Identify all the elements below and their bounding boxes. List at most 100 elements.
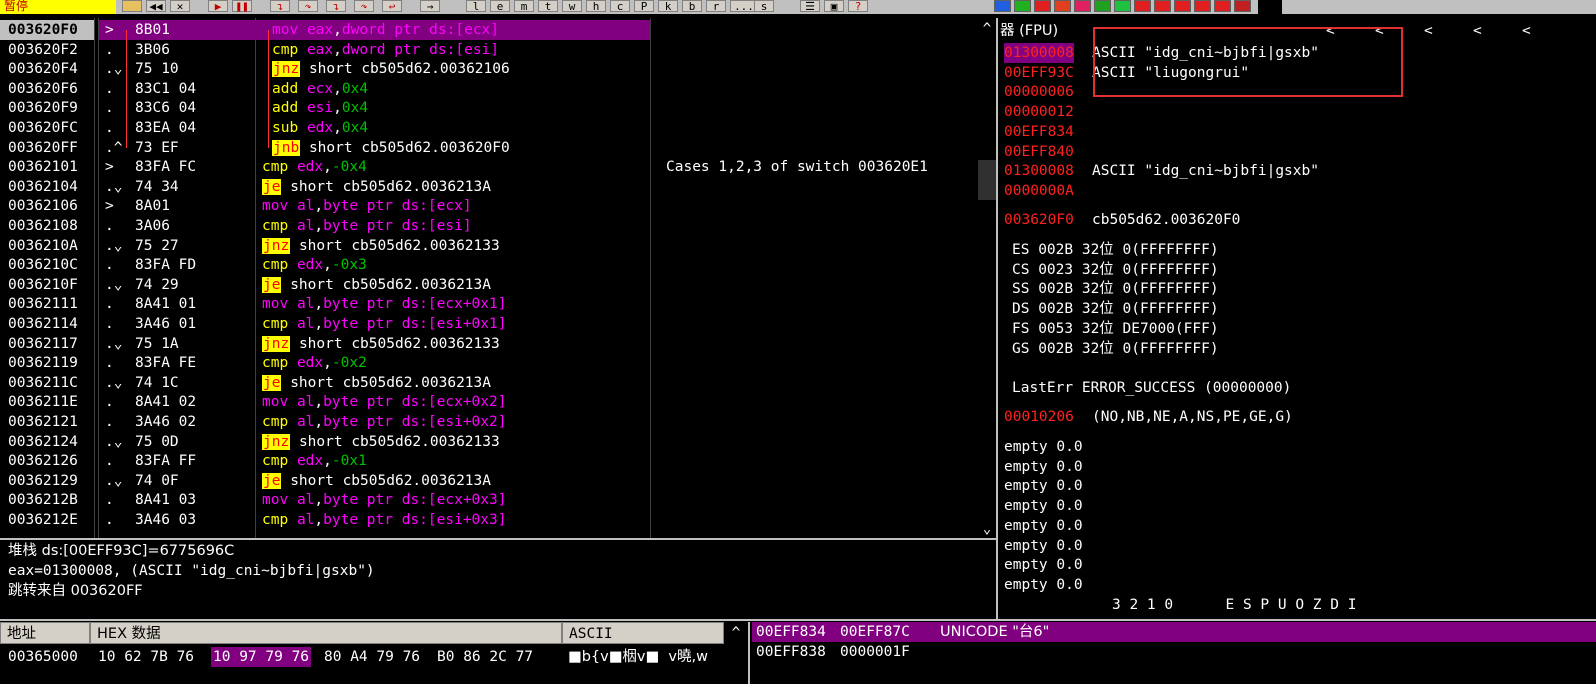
disasm-row[interactable]: 00362101 >83FA FC cmp edx,-0x4 Cases 1,2,3 … bbox=[0, 157, 978, 177]
disasm-row[interactable]: 0036211E. 8A41 02 mov al,byte ptr ds:[ecx+… bbox=[0, 392, 978, 412]
fpu-register[interactable]: empty 0.0 bbox=[1004, 575, 1083, 595]
rewind-icon[interactable]: ◀◀ bbox=[146, 0, 166, 12]
trace-over-icon[interactable]: ↷ bbox=[354, 0, 374, 12]
dump-hex-group[interactable]: B0 86 2C 77 bbox=[437, 647, 533, 667]
register-value[interactable]: 00000012 bbox=[1004, 102, 1074, 122]
back-icon[interactable] bbox=[994, 0, 1011, 12]
disasm-instruction[interactable]: mov eax,dword ptr ds:[ecx] bbox=[272, 20, 499, 40]
decode-icon[interactable] bbox=[1194, 0, 1211, 12]
solve-icon[interactable] bbox=[1234, 0, 1251, 12]
table-icon[interactable] bbox=[1114, 0, 1131, 12]
fpu-register[interactable]: empty 0.0 bbox=[1004, 496, 1083, 516]
a-icon[interactable] bbox=[1034, 0, 1051, 12]
fpu-register[interactable]: empty 0.0 bbox=[1004, 437, 1083, 457]
grid-icon[interactable] bbox=[1094, 0, 1111, 12]
disasm-row[interactable]: 00362129 .⌄ 74 0F je short cb505d62.0036213… bbox=[0, 471, 978, 491]
disasm-instruction[interactable]: cmp edx,-0x2 bbox=[262, 353, 367, 373]
disasm-instruction[interactable]: mov al,byte ptr ds:[ecx] bbox=[262, 196, 472, 216]
disasm-row[interactable]: 0036210F .⌄ 74 29 je short cb505d62.0036213… bbox=[0, 275, 978, 295]
dump-header-ascii[interactable]: ASCII bbox=[562, 622, 724, 644]
disasm-row[interactable]: 0036212E. 3A46 03 cmp al,byte ptr ds:[esi+… bbox=[0, 510, 978, 530]
segment-register[interactable]: CS 0023 32位 0(FFFFFFFF) bbox=[1012, 260, 1219, 280]
disasm-instruction[interactable]: jnz short cb505d62.00362106 bbox=[272, 59, 510, 79]
dump-scroll-up-icon[interactable]: ^ bbox=[726, 622, 746, 644]
disasm-row[interactable]: 00362121. 3A46 02 cmp al,byte ptr ds:[esi+… bbox=[0, 412, 978, 432]
disasm-scrollbar[interactable]: ^ ⌄ bbox=[978, 20, 996, 538]
disasm-instruction[interactable]: mov al,byte ptr ds:[ecx+0x2] bbox=[262, 392, 506, 412]
window-button-P[interactable]: P bbox=[634, 0, 654, 12]
disasm-row[interactable]: 00362117 .⌄ 75 1A jnz short cb505d62.003621… bbox=[0, 334, 978, 354]
disasm-instruction[interactable]: je short cb505d62.0036213A bbox=[262, 471, 491, 491]
register-value[interactable]: 00EFF840 bbox=[1004, 142, 1074, 162]
fpu-register[interactable]: empty 0.0 bbox=[1004, 516, 1083, 536]
scroll-thumb[interactable] bbox=[978, 160, 996, 200]
disasm-instruction[interactable]: jnz short cb505d62.00362133 bbox=[262, 334, 500, 354]
window-button-l[interactable]: l bbox=[466, 0, 486, 12]
disasm-row[interactable]: 00362108. 3A06 cmp al,byte ptr ds:[esi] bbox=[0, 216, 978, 236]
disasm-row[interactable]: 00362111. 8A41 01 mov al,byte ptr ds:[ecx+… bbox=[0, 294, 978, 314]
segment-register[interactable]: ES 002B 32位 0(FFFFFFFF) bbox=[1012, 240, 1219, 260]
window-button-r[interactable]: r bbox=[706, 0, 726, 12]
disasm-instruction[interactable]: je short cb505d62.0036213A bbox=[262, 373, 491, 393]
help-icon[interactable]: ? bbox=[848, 0, 868, 12]
fpu-register[interactable]: empty 0.0 bbox=[1004, 555, 1083, 575]
register-nav-arrow[interactable]: < bbox=[1473, 21, 1482, 41]
edit-icon[interactable] bbox=[1154, 0, 1171, 12]
disasm-row[interactable]: 003620FC. 83EA 04 sub edx,0x4 bbox=[0, 118, 978, 138]
target-icon[interactable] bbox=[1074, 0, 1091, 12]
disasm-instruction[interactable]: cmp al,byte ptr ds:[esi] bbox=[262, 216, 472, 236]
window-button-e[interactable]: e bbox=[490, 0, 510, 12]
register-value[interactable]: 00EFF93C bbox=[1004, 63, 1074, 83]
window-button-k[interactable]: k bbox=[658, 0, 678, 12]
register-value[interactable]: 01300008 bbox=[1004, 43, 1074, 63]
disasm-row[interactable]: 0036211C .⌄ 74 1C je short cb505d62.0036213… bbox=[0, 373, 978, 393]
pane-splitter-horizontal[interactable] bbox=[0, 538, 996, 540]
bookmark-icon[interactable] bbox=[1174, 0, 1191, 12]
segment-register[interactable]: GS 002B 32位 0(FFFFFFFF) bbox=[1012, 339, 1219, 359]
register-nav-arrow[interactable]: < bbox=[1522, 21, 1531, 41]
fpu-register[interactable]: empty 0.0 bbox=[1004, 457, 1083, 477]
goto-icon[interactable]: → bbox=[420, 0, 440, 12]
options-icon[interactable]: ▣ bbox=[824, 0, 844, 12]
window-button-w[interactable]: w bbox=[562, 0, 582, 12]
disasm-row[interactable]: 00362126. 83FA FF cmp edx,-0x1 bbox=[0, 451, 978, 471]
disasm-instruction[interactable]: cmp al,byte ptr ds:[esi+0x3] bbox=[262, 510, 506, 530]
disasm-row[interactable]: 00362114. 3A46 01 cmp al,byte ptr ds:[esi+… bbox=[0, 314, 978, 334]
disasm-row[interactable]: 003620F4 .⌄ 75 10 jnz short cb505d62.003621… bbox=[0, 59, 978, 79]
disasm-instruction[interactable]: jnz short cb505d62.00362133 bbox=[262, 432, 500, 452]
disasm-instruction[interactable]: cmp al,byte ptr ds:[esi+0x2] bbox=[262, 412, 506, 432]
disasm-row[interactable]: 00362124 .⌄ 75 0D jnz short cb505d62.003621… bbox=[0, 432, 978, 452]
disasm-row[interactable]: 00362104 .⌄ 74 34 je short cb505d62.0036213… bbox=[0, 177, 978, 197]
register-value[interactable]: 00000006 bbox=[1004, 82, 1074, 102]
segment-register[interactable]: FS 0053 32位 DE7000(FFF) bbox=[1012, 319, 1219, 339]
disasm-row[interactable]: 0036212B. 8A41 03 mov al,byte ptr ds:[ecx+… bbox=[0, 490, 978, 510]
register-value[interactable]: 00EFF834 bbox=[1004, 122, 1074, 142]
scroll-down-icon[interactable]: ⌄ bbox=[978, 520, 996, 538]
record-icon[interactable] bbox=[1054, 0, 1071, 12]
window-button-s[interactable]: s bbox=[754, 0, 774, 12]
pane-splitter-bottom[interactable] bbox=[0, 619, 1596, 621]
step-into-icon[interactable]: ↴ bbox=[270, 0, 290, 12]
register-value[interactable]: 0000000A bbox=[1004, 181, 1074, 201]
scroll-up-icon[interactable]: ^ bbox=[978, 20, 996, 38]
unpack-icon[interactable] bbox=[1214, 0, 1231, 12]
disasm-instruction[interactable]: je short cb505d62.0036213A bbox=[262, 275, 491, 295]
disasm-row[interactable]: 00362106 >8A01 mov al,byte ptr ds:[ecx] bbox=[0, 196, 978, 216]
fpu-register[interactable]: empty 0.0 bbox=[1004, 476, 1083, 496]
close-icon[interactable]: ✕ bbox=[170, 0, 190, 12]
open-icon[interactable] bbox=[122, 0, 142, 12]
eip-value[interactable]: 003620F0 bbox=[1004, 210, 1074, 230]
disasm-instruction[interactable]: add esi,0x4 bbox=[272, 98, 368, 118]
disasm-row[interactable]: 003620F2. 3B06 cmp eax,dword ptr ds:[esi] bbox=[0, 40, 978, 60]
run-icon[interactable]: ▶ bbox=[208, 0, 228, 12]
disasm-instruction[interactable]: mov al,byte ptr ds:[ecx+0x3] bbox=[262, 490, 506, 510]
dump-header-address[interactable]: 地址 bbox=[0, 622, 90, 644]
segment-register[interactable]: DS 002B 32位 0(FFFFFFFF) bbox=[1012, 299, 1219, 319]
disasm-instruction[interactable]: jnz short cb505d62.00362133 bbox=[262, 236, 500, 256]
disasm-instruction[interactable]: mov al,byte ptr ds:[ecx+0x1] bbox=[262, 294, 506, 314]
disasm-row[interactable]: 003620FF .^ 73 EF jnb short cb505d62.003620… bbox=[0, 138, 978, 158]
register-nav-arrow[interactable]: < bbox=[1424, 21, 1433, 41]
disasm-instruction[interactable]: cmp al,byte ptr ds:[esi+0x1] bbox=[262, 314, 506, 334]
disasm-instruction[interactable]: jnb short cb505d62.003620F0 bbox=[272, 138, 510, 158]
eflags-value[interactable]: 00010206 bbox=[1004, 407, 1074, 427]
